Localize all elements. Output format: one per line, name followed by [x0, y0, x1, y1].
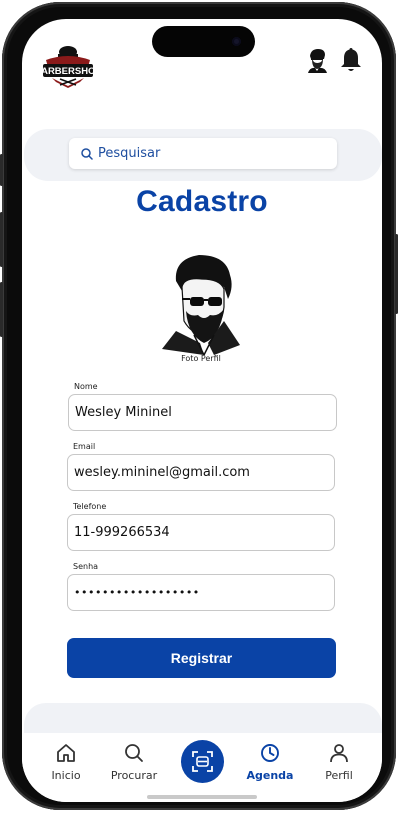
profile-photo[interactable]: [154, 251, 244, 357]
tab-label-perfil: Perfil: [325, 769, 353, 782]
tab-perfil[interactable]: Perfil: [307, 733, 371, 793]
nome-label: Nome: [74, 382, 98, 391]
tab-agenda[interactable]: Agenda: [238, 733, 302, 793]
email-field[interactable]: wesley.mininel@gmail.com: [67, 454, 335, 491]
senha-field[interactable]: ••••••••••••••••••: [67, 574, 335, 611]
power-button: [395, 234, 398, 314]
tab-label-inicio: Inicio: [51, 769, 81, 782]
volume-down-button: [0, 282, 3, 337]
tab-bar: Inicio Procurar Agenda Perfil: [22, 733, 382, 802]
search-placeholder: Pesquisar: [98, 146, 161, 161]
dynamic-island: [152, 26, 255, 57]
tab-label-agenda: Agenda: [246, 769, 294, 782]
action-button: [0, 154, 3, 186]
phone-frame: BARBERSHOP: [0, 2, 398, 810]
scan-face-icon: [192, 751, 213, 772]
camera-icon: [232, 37, 241, 46]
page-title: Cadastro: [136, 185, 268, 218]
search-input[interactable]: Pesquisar: [69, 138, 337, 169]
telefone-label: Telefone: [73, 502, 107, 511]
senha-label: Senha: [73, 562, 99, 571]
volume-up-button: [0, 212, 3, 267]
photo-caption: Foto Perfil: [181, 354, 221, 363]
home-icon: [57, 744, 75, 762]
home-indicator[interactable]: [147, 795, 257, 799]
search-icon: [125, 744, 143, 762]
register-button[interactable]: Registrar: [67, 638, 336, 678]
profile-avatar-icon[interactable]: [306, 47, 328, 73]
nome-field[interactable]: Wesley Mininel: [68, 394, 337, 431]
tab-label-procurar: Procurar: [110, 769, 158, 782]
user-icon: [330, 744, 348, 763]
scan-button[interactable]: [181, 740, 224, 783]
app-screen: BARBERSHOP: [22, 19, 382, 802]
clock-icon: [261, 744, 279, 762]
barbershop-logo[interactable]: BARBERSHOP: [34, 40, 102, 90]
email-label: Email: [73, 442, 96, 451]
telefone-field[interactable]: 11-999266534: [67, 514, 335, 551]
logo-text: BARBERSHOP: [38, 66, 98, 77]
search-icon: [81, 147, 93, 160]
bell-icon[interactable]: [340, 46, 362, 73]
tab-procurar[interactable]: Procurar: [102, 733, 166, 793]
tab-inicio[interactable]: Inicio: [34, 733, 98, 793]
